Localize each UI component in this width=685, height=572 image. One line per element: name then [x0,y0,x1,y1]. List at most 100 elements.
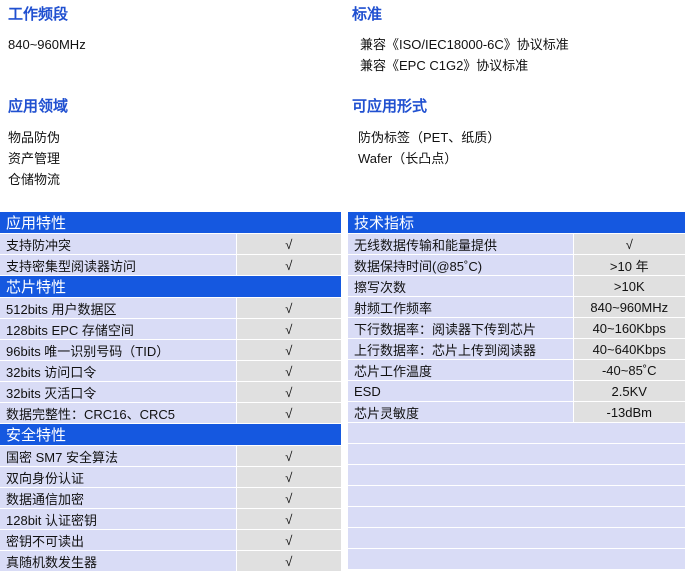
applications-section: 应用领域 物品防伪 资产管理 仓储物流 [8,96,68,190]
empty-row [348,548,685,570]
section-title: 可应用形式 [352,98,428,115]
spec-label: ESD [348,380,573,402]
table-row: 密钥不可读出 √ [0,529,342,551]
features-table: 应用特性 支持防冲突 √ 支持密集型阅读器访问 √ 芯片特性 512bits 用户数据区 √ 1… [0,212,342,572]
feature-label: 32bits 灭活口令 [0,381,236,403]
spec-value: 40~640Kbps [572,338,685,360]
feature-label: 512bits 用户数据区 [0,297,236,319]
check-mark: √ [235,445,342,467]
form-item: 防伪标签（PET、纸质） [358,130,501,145]
application-item: 资产管理 [8,151,61,166]
feature-label: 数据通信加密 [0,487,236,509]
empty-row [348,527,685,549]
table-row: 擦写次数 >10K [348,275,685,297]
spec-value: -40~85˚C [572,359,685,381]
empty-row [348,485,685,507]
application-item: 仓储物流 [8,172,61,187]
spec-value: >10K [572,275,685,297]
check-mark: √ [235,339,342,361]
check-mark: √ [235,550,342,572]
table-row: ESD 2.5KV [348,380,685,402]
table-row: 下行数据率：阅读器下传到芯片 40~160Kbps [348,317,685,339]
empty-cell [348,485,685,507]
spec-label: 芯片灵敏度 [348,401,573,423]
feature-label: 128bit 认证密钥 [0,508,236,530]
check-mark: √ [235,508,342,530]
table-row: 国密 SM7 安全算法 √ [0,445,342,467]
group-header-row: 应用特性 [0,212,342,234]
table-row: 真随机数发生器 √ [0,550,342,572]
table-row: 32bits 访问口令 √ [0,360,342,382]
spec-value: -13dBm [572,401,685,423]
empty-row [348,464,685,486]
check-mark: √ [235,487,342,509]
empty-cell [348,422,685,444]
spec-label: 射频工作频率 [348,296,573,318]
check-mark: √ [235,529,342,551]
table-row: 支持防冲突 √ [0,233,342,255]
empty-cell [348,548,685,570]
table-row: 512bits 用户数据区 √ [0,297,342,319]
table-row: 数据保持时间(@85˚C) >10 年 [348,254,685,276]
table-row: 上行数据率：芯片上传到阅读器 40~640Kbps [348,338,685,360]
section-title: 应用领域 [8,98,69,115]
empty-row [348,422,685,444]
check-mark: √ [235,360,342,382]
spec-value: 840~960MHz [572,296,685,318]
feature-label: 数据完整性：CRC16、CRC5 [0,402,236,424]
table-row: 无线数据传输和能量提供 √ [348,233,685,255]
table-row: 数据完整性：CRC16、CRC5 √ [0,402,342,424]
check-mark: √ [235,402,342,424]
group-header: 技术指标 [348,212,685,234]
check-mark: √ [235,297,342,319]
table-row: 双向身份认证 √ [0,466,342,488]
check-mark: √ [235,466,342,488]
feature-label: 支持防冲突 [0,233,236,255]
empty-cell [348,506,685,528]
standard-line: 兼容《ISO/IEC18000-6C》协议标准 [360,37,569,52]
standard-line: 兼容《EPC C1G2》协议标准 [360,58,529,73]
table-row: 32bits 灭活口令 √ [0,381,342,403]
check-mark: √ [235,233,342,255]
feature-label: 真随机数发生器 [0,550,236,572]
feature-label: 128bits EPC 存储空间 [0,318,236,340]
check-mark: √ [235,381,342,403]
table-row: 芯片工作温度 -40~85˚C [348,359,685,381]
empty-row [348,443,685,465]
table-row: 数据通信加密 √ [0,487,342,509]
feature-label: 双向身份认证 [0,466,236,488]
standard-section: 标准 兼容《ISO/IEC18000-6C》协议标准 兼容《EPC C1G2》协… [352,4,569,76]
spec-label: 芯片工作温度 [348,359,573,381]
table-row: 128bits EPC 存储空间 √ [0,318,342,340]
table-row: 射频工作频率 840~960MHz [348,296,685,318]
spec-label: 上行数据率：芯片上传到阅读器 [348,338,573,360]
spec-label: 无线数据传输和能量提供 [348,233,573,255]
table-row: 96bits 唯一识别号码（TID） √ [0,339,342,361]
specs-table: 技术指标 无线数据传输和能量提供 √ 数据保持时间(@85˚C) >10 年擦写次数 >1… [348,212,685,570]
empty-cell [348,464,685,486]
group-header: 安全特性 [0,423,342,446]
frequency-value: 840~960MHz [8,37,86,52]
group-header: 芯片特性 [0,275,342,298]
table-row: 128bit 认证密钥 √ [0,508,342,530]
spec-label: 下行数据率：阅读器下传到芯片 [348,317,573,339]
group-header-row: 芯片特性 [0,275,342,298]
feature-label: 32bits 访问口令 [0,360,236,382]
table-row: 芯片灵敏度 -13dBm [348,401,685,423]
group-header-row: 技术指标 [348,212,685,234]
section-title: 标准 [352,6,383,23]
empty-cell [348,443,685,465]
group-header-row: 安全特性 [0,423,342,446]
check-mark: √ [235,318,342,340]
empty-row [348,506,685,528]
spec-value: 2.5KV [572,380,685,402]
table-row: 支持密集型阅读器访问 √ [0,254,342,276]
empty-cell [348,527,685,549]
spec-value: 40~160Kbps [572,317,685,339]
section-title: 工作频段 [8,6,69,23]
application-item: 物品防伪 [8,130,61,145]
feature-label: 支持密集型阅读器访问 [0,254,236,276]
feature-label: 国密 SM7 安全算法 [0,445,236,467]
frequency-section: 工作频段 840~960MHz [8,4,86,55]
spec-label: 数据保持时间(@85˚C) [348,254,573,276]
